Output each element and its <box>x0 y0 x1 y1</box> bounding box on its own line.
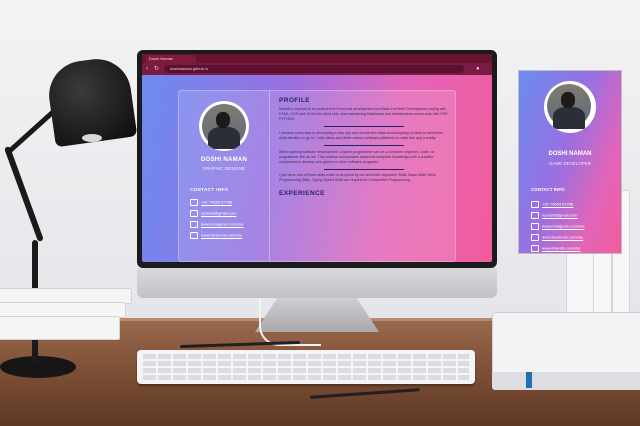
monitor-screen: Doshi Naman ‹ ↻ doshinaman.github.io ● D… <box>142 54 492 262</box>
contact-email[interactable]: npdosh@gmail.com <box>190 210 236 217</box>
browser-tab-bar: Doshi Naman <box>142 54 492 63</box>
profile-photo <box>199 101 249 151</box>
keyboard <box>137 350 475 384</box>
resume-sidebar: DOSHI NAMAN GRAPHIC DESIGNE CONTACT INFO… <box>179 91 270 261</box>
url-field[interactable]: doshinaman.github.io <box>164 65 464 73</box>
profile-photo <box>544 81 596 133</box>
card-name: DOSHI NAMAN <box>548 151 592 157</box>
linkedin-icon <box>531 245 539 252</box>
contact-facebook[interactable]: www.facebook.com/me <box>190 232 242 239</box>
contact-phone[interactable]: +91 74654 67766 <box>190 199 232 206</box>
experience-heading: EXPERIENCE <box>279 190 325 198</box>
phone-icon <box>531 201 539 208</box>
contact-instagram[interactable]: www.instagram.com/me <box>190 221 243 228</box>
resume-role: GRAPHIC DESIGNE <box>202 166 245 171</box>
resume-name: DOSHI NAMAN <box>200 157 248 163</box>
card-role: GAME DEVELOPER <box>548 161 591 166</box>
resume-card: DOSHI NAMAN GRAPHIC DESIGNE CONTACT INFO… <box>178 90 456 262</box>
monitor-chin <box>137 268 497 298</box>
card-contact-heading: CONTACT INFO <box>531 187 565 192</box>
back-arrow-icon[interactable]: ‹ <box>146 65 148 73</box>
reload-icon[interactable]: ↻ <box>154 65 159 73</box>
address-bar-row: ‹ ↻ doshinaman.github.io ● <box>142 63 492 75</box>
profile-avatar-icon[interactable]: ● <box>476 65 480 73</box>
mail-icon <box>190 210 198 217</box>
facebook-icon <box>531 234 539 241</box>
browser-tab[interactable]: Doshi Naman <box>146 55 196 63</box>
card-contact-email[interactable]: npdosh@gmail.com <box>531 212 577 219</box>
card-contact-phone[interactable]: +91 74654 67766 <box>531 201 573 208</box>
divider <box>324 126 404 127</box>
profile-paragraph: I just done one of those skills which is… <box>279 173 437 183</box>
profile-heading: PROFILE <box>279 97 310 104</box>
portrait-resume-card: DOSHI NAMAN GAME DEVELOPER CONTACT INFO … <box>518 70 622 254</box>
lamp-base <box>0 356 76 378</box>
lamp-bulb <box>82 134 102 142</box>
instagram-icon <box>531 223 539 230</box>
book-upright <box>566 250 594 318</box>
monitor-cable <box>259 298 321 346</box>
book <box>0 316 120 340</box>
binder-spine <box>492 372 640 390</box>
profile-paragraph: Within gaming software development, a ga… <box>279 149 435 164</box>
profile-paragraph: I oversee every step in developing a new… <box>279 130 444 140</box>
contact-info-heading: CONTACT INFO <box>190 187 229 192</box>
instagram-icon <box>190 221 198 228</box>
card-contact-instagram[interactable]: www.instagram.com/me <box>531 223 584 230</box>
card-contact-linkedin[interactable]: www.linkedin.com/me <box>531 245 580 252</box>
resume-main: PROFILE Myself is required to be profici… <box>279 97 449 197</box>
phone-icon <box>190 199 198 206</box>
divider <box>324 168 404 170</box>
card-contact-facebook[interactable]: www.facebook.com/me <box>531 234 583 241</box>
facebook-icon <box>190 232 198 239</box>
mail-icon <box>531 212 539 219</box>
profile-paragraph: Myself is required to be proficient in F… <box>279 107 449 121</box>
bookmark-tab <box>526 372 532 388</box>
divider <box>324 144 404 146</box>
